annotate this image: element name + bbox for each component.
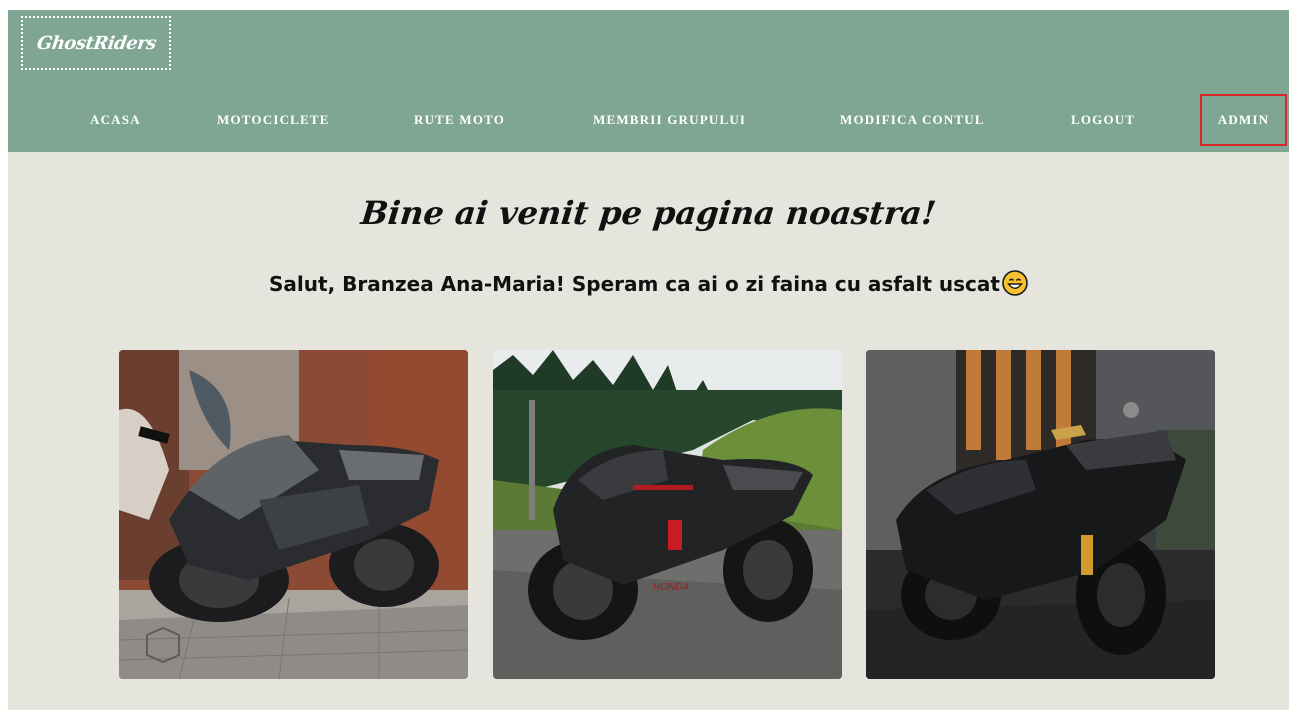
greeting-text: Salut, Branzea Ana-Maria! Speram ca ai o… <box>8 270 1289 296</box>
nav-motociclete[interactable]: MOTOCICLETE <box>217 112 330 128</box>
nav-logout[interactable]: LOGOUT <box>1071 112 1135 128</box>
welcome-title: Bine ai venit pe pagina noastra! <box>359 194 938 232</box>
nav-rute-moto[interactable]: RUTE MOTO <box>414 112 505 128</box>
navbar: GhostRiders ACASA MOTOCICLETE RUTE MOTO … <box>8 10 1289 152</box>
honda-cbr-photo: HONDA <box>493 350 842 679</box>
yamaha-r1-photo <box>866 350 1215 679</box>
nav-modifica-contul[interactable]: MODIFICA CONTUL <box>840 112 985 128</box>
grinning-face-emoji-icon <box>1002 270 1028 296</box>
nav-admin-label: ADMIN <box>1217 112 1270 127</box>
nav-membrii-grupului[interactable]: MEMBRII GRUPULUI <box>593 112 746 128</box>
logo-text: GhostRiders <box>35 32 157 54</box>
logo[interactable]: GhostRiders <box>21 16 171 70</box>
greeting-message: Salut, Branzea Ana-Maria! Speram ca ai o… <box>269 272 1000 296</box>
nav-acasa[interactable]: ACASA <box>90 112 141 128</box>
kawasaki-ninja-photo <box>119 350 468 679</box>
page: GhostRiders ACASA MOTOCICLETE RUTE MOTO … <box>8 10 1289 710</box>
nav-admin[interactable]: ADMIN <box>1200 94 1287 146</box>
svg-text:HONDA: HONDA <box>653 582 689 593</box>
